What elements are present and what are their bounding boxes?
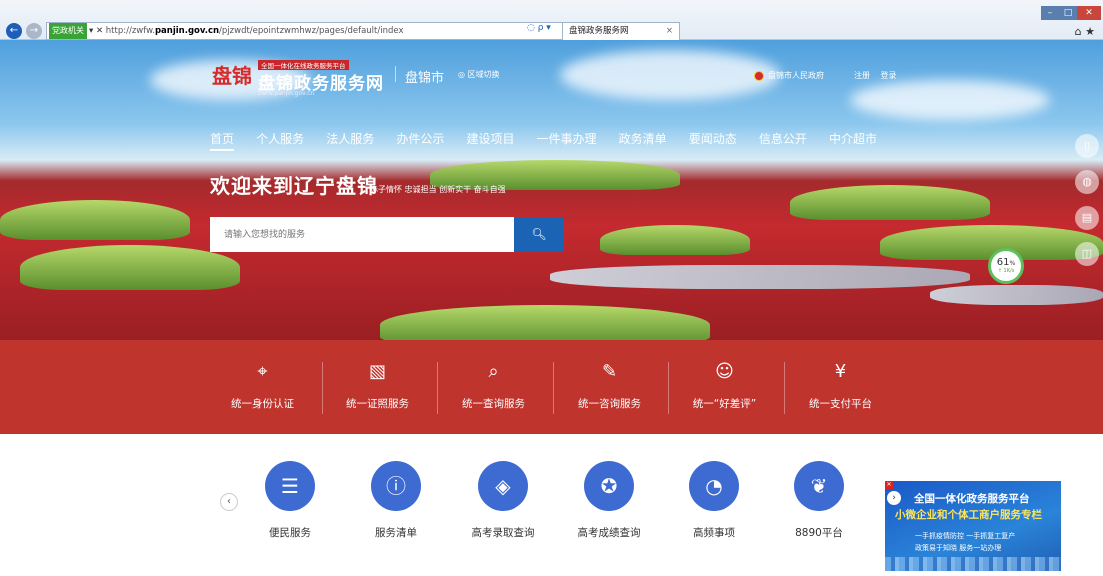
browser-toolbar: ← → 党政机关 ▾ ✕ http://zwfw.panjin.gov.cn/pj…: [0, 0, 1103, 40]
nav-publicity[interactable]: 办件公示: [396, 130, 444, 147]
minimize-button[interactable]: –: [1041, 6, 1059, 20]
promo-line-4: 政策易于知晓 服务一站办理: [915, 544, 1002, 552]
nav-agency-market[interactable]: 中介超市: [829, 130, 877, 147]
nav-one-thing[interactable]: 一件事办理: [537, 130, 597, 147]
query-icon: ⌕: [488, 361, 499, 382]
quick-link-convenience[interactable]: ☰ 便民服务: [245, 461, 335, 540]
nav-construction[interactable]: 建设项目: [466, 130, 514, 147]
nav-personal[interactable]: 个人服务: [256, 130, 304, 147]
location-icon: ◎: [458, 70, 468, 79]
promo-subtitle: 小微企业和个体工商户服务专栏: [895, 509, 1042, 521]
auth-links: 注册 登录: [854, 70, 905, 81]
nav-corporate[interactable]: 法人服务: [326, 130, 374, 147]
search-input[interactable]: [210, 217, 514, 252]
nav-home[interactable]: 首页: [210, 130, 235, 151]
badge-dropdown[interactable]: ▾ ✕: [89, 26, 103, 36]
promo-next-button[interactable]: ›: [887, 491, 901, 505]
window-close-button[interactable]: ✕: [1077, 6, 1101, 20]
quick-link-frequent[interactable]: ◔ 高频事项: [669, 461, 759, 540]
evaluation-icon: ☺: [715, 361, 734, 382]
tab-close-icon[interactable]: ×: [666, 23, 673, 40]
gov-site-link[interactable]: 盘锦市人民政府: [754, 70, 824, 81]
nav-service-list[interactable]: 政务清单: [619, 130, 667, 147]
address-bar[interactable]: 党政机关 ▾ ✕ http://zwfw.panjin.gov.cn/pjzwdt…: [46, 22, 606, 40]
grass-decoration: [790, 185, 990, 220]
forward-button[interactable]: →: [26, 23, 42, 39]
hero-banner: [0, 40, 1103, 340]
unified-services-band: ⌖ 统一身份认证 ▧ 统一证照服务 ⌕ 统一查询服务 ✎ 统一咨询服务 ☺ 统一…: [0, 340, 1103, 434]
consult-icon: ✎: [601, 361, 618, 382]
cloud-decoration: [560, 50, 780, 100]
phone-icon[interactable]: ▯: [1075, 134, 1099, 158]
network-speed-widget[interactable]: 61% ↑ 1K/s: [988, 248, 1024, 284]
main-nav: 首页 个人服务 法人服务 办件公示 建设项目 一件事办理 政务清单 要闻动态 信…: [210, 128, 894, 151]
tab-title: 盘锦政务服务网: [569, 26, 629, 36]
security-badge[interactable]: 党政机关: [49, 23, 87, 39]
id-card-icon: ⌖: [257, 361, 268, 382]
emblem-icon: [754, 70, 764, 81]
service-query[interactable]: ⌕ 统一查询服务: [436, 360, 551, 411]
quick-link-service-list[interactable]: ⓘ 服务清单: [351, 461, 441, 540]
grass-decoration: [380, 305, 710, 340]
current-city: 盘锦市: [405, 71, 445, 86]
url-text[interactable]: http://zwfw.panjin.gov.cn/pjzwdt/epointz…: [106, 26, 404, 36]
search-icon: 🔍︎: [531, 227, 547, 241]
cloud-decoration: [850, 80, 1050, 120]
weibo-icon[interactable]: ◫: [1075, 242, 1099, 266]
service-payment[interactable]: ¥ 统一支付平台: [783, 360, 898, 411]
city-slogan: 赤子情怀 忠诚担当 创新实干 奋斗自强: [370, 185, 506, 194]
maximize-button[interactable]: □: [1059, 6, 1077, 20]
service-identity[interactable]: ⌖ 统一身份认证: [205, 360, 320, 411]
logo-subtitle: zwfw.panjin.gov.cn: [258, 90, 315, 97]
promo-title: 全国一体化政务服务平台: [914, 493, 1030, 505]
skyline-decoration: [885, 557, 1061, 571]
payment-icon: ¥: [834, 361, 847, 382]
window-controls: – □ ✕: [1041, 0, 1101, 20]
grass-decoration: [20, 245, 240, 290]
address-tools-icon[interactable]: ◌ ρ ▾: [527, 23, 551, 33]
service-consult[interactable]: ✎ 统一咨询服务: [552, 360, 667, 411]
logo-mark: 盘锦: [212, 64, 252, 88]
service-list-icon: ⓘ: [371, 461, 421, 511]
license-icon: ▧: [368, 361, 386, 382]
register-link[interactable]: 注册: [854, 71, 870, 80]
grass-decoration: [0, 200, 190, 240]
region-switch-link[interactable]: ◎ 区域切换: [458, 69, 500, 80]
service-license[interactable]: ▧ 统一证照服务: [320, 360, 435, 411]
frequent-icon: ◔: [689, 461, 739, 511]
floating-sidebar: ▯ ◍ ▤ ◫: [1075, 134, 1099, 278]
message-icon[interactable]: ▤: [1075, 206, 1099, 230]
promo-banner[interactable]: ✕ › 全国一体化政务服务平台 小微企业和个体工商户服务专栏 一手抓疫情防控 一…: [885, 481, 1061, 571]
home-favorites-icon[interactable]: ⌂ ★: [1075, 25, 1095, 38]
score-icon: ✪: [584, 461, 634, 511]
ad-close-icon[interactable]: ✕: [885, 481, 893, 489]
promo-line-3: 一手抓疫情防控 一手抓复工复产: [915, 532, 1016, 540]
grass-decoration: [600, 225, 750, 255]
speed-rate: ↑ 1K/s: [997, 268, 1015, 274]
platform-8890-icon: ❦: [794, 461, 844, 511]
carousel-prev-button[interactable]: ‹: [220, 493, 238, 511]
service-evaluation[interactable]: ☺ 统一“好差评”: [667, 360, 782, 411]
quick-link-score[interactable]: ✪ 高考成绩查询: [564, 461, 654, 540]
login-link[interactable]: 登录: [881, 71, 897, 80]
welcome-heading: 欢迎来到辽宁盘锦: [210, 174, 378, 198]
quick-link-8890[interactable]: ❦ 8890平台: [774, 461, 864, 540]
nav-info-public[interactable]: 信息公开: [759, 130, 807, 147]
quick-links-section: ‹ ☰ 便民服务 ⓘ 服务清单 ◈ 高考录取查询 ✪ 高考成绩查询 ◔ 高频事项…: [0, 434, 1103, 576]
search-button[interactable]: 🔍︎: [514, 217, 564, 252]
speed-percent: 61%: [996, 257, 1016, 268]
admission-icon: ◈: [478, 461, 528, 511]
water-decoration: [550, 265, 970, 289]
back-button[interactable]: ←: [6, 23, 22, 39]
wechat-icon[interactable]: ◍: [1075, 170, 1099, 194]
nav-news[interactable]: 要闻动态: [689, 130, 737, 147]
quick-link-admission[interactable]: ◈ 高考录取查询: [458, 461, 548, 540]
header-divider: [395, 66, 396, 82]
convenience-icon: ☰: [265, 461, 315, 511]
water-decoration: [930, 285, 1103, 305]
browser-tab[interactable]: 盘锦政务服务网 ×: [562, 22, 680, 40]
